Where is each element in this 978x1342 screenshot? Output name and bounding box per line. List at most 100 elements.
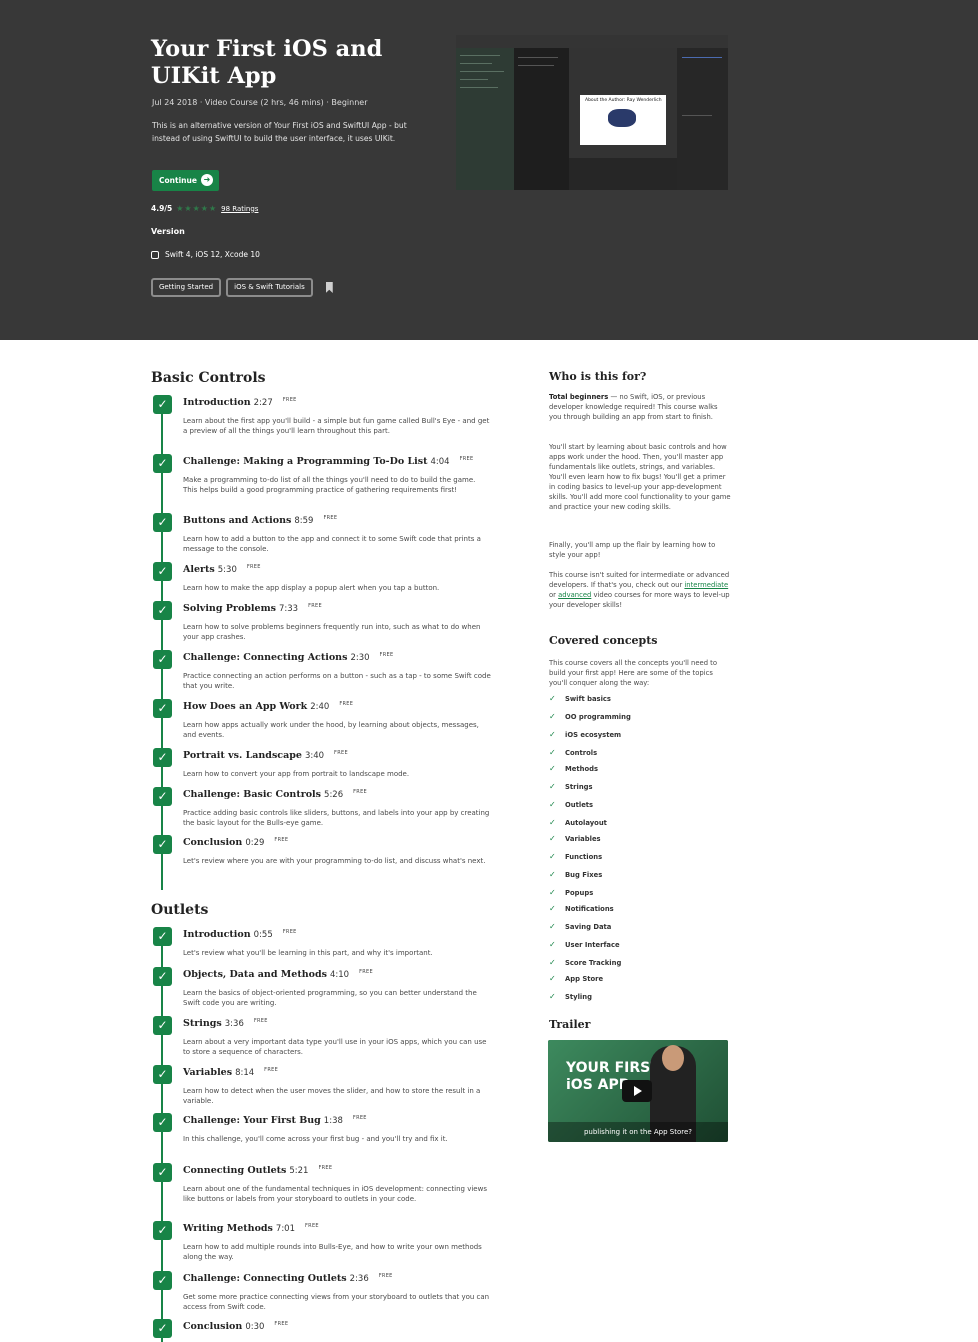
check-icon: ✓ [153,562,172,581]
lesson-title: Portrait vs. Landscape [183,750,302,761]
concepts-intro: This course covers all the concepts you'… [549,659,718,687]
concept-item: ✓ Autolayout [549,818,607,827]
concept-label: Controls [565,748,598,757]
who-is-this-for-title: Who is this for? [549,370,647,383]
concept-label: Score Tracking [565,958,622,967]
concept-label: Swift basics [565,694,611,703]
concept-label: User Interface [565,940,620,949]
check-icon: ✓ [153,927,172,946]
concept-item: ✓ Score Tracking [549,958,621,967]
check-icon: ✓ [549,940,556,949]
tag-list: Getting Started iOS & Swift Tutorials [151,278,333,297]
lesson-title: Objects, Data and Methods [183,969,327,980]
intermediate-link[interactable]: intermediate [684,581,728,589]
play-icon[interactable] [622,1080,652,1102]
free-badge: FREE [323,515,338,521]
course-title: Your First iOS and UIKit App [151,36,383,89]
check-icon: ✓ [549,712,556,721]
lesson-title: Writing Methods [183,1223,273,1234]
lesson-description: Learn how to convert your app from portr… [183,770,410,778]
check-icon: ✓ [549,958,556,967]
tag-ios-swift-tutorials[interactable]: iOS & Swift Tutorials [226,278,313,297]
course-screenshot: About the Author: Ray Wenderlich [456,35,728,190]
who-paragraph-2: You'll start by learning about basic con… [549,443,731,511]
lesson-title: Challenge: Making a Programming To-Do Li… [183,456,428,467]
concept-item: ✓ Outlets [549,800,593,809]
concept-label: Notifications [565,904,614,913]
trailer-video[interactable]: YOUR FIRST iOS APP publishing it on the … [548,1040,728,1142]
advanced-link[interactable]: advanced [558,591,591,599]
lesson-title: Alerts [183,564,215,575]
lesson-title: Conclusion [183,1321,243,1332]
star-rating-icon: ★★★★★ [176,204,218,213]
lesson-description: In this challenge, you'll come across yo… [183,1135,448,1143]
who-text-or: or [549,591,559,599]
free-badge: FREE [246,564,261,570]
check-icon: ✓ [153,748,172,767]
lesson-title: Challenge: Your First Bug [183,1115,321,1126]
lesson-title: Solving Problems [183,603,276,614]
course-hero: Your First iOS and UIKit App Jul 24 2018… [0,0,978,340]
lesson-title: Conclusion [183,837,243,848]
lesson-title: Challenge: Connecting Outlets [183,1273,347,1284]
lesson-duration: 2:30 [350,653,370,663]
lesson-duration: 7:33 [278,604,299,614]
lesson-description: Get some more practice connecting views … [183,1293,490,1311]
lesson-duration: 7:01 [275,1224,295,1234]
check-icon: ✓ [549,904,556,913]
lesson-description: Practice adding basic controls like slid… [183,809,490,827]
lesson-duration: 1:38 [323,1116,343,1126]
lesson-duration: 2:27 [253,398,273,408]
section-title-outlets: Outlets [151,902,209,918]
check-icon: ✓ [153,395,172,414]
ratings-link[interactable]: 98 Ratings [221,205,258,213]
concept-item: ✓ Strings [549,782,593,791]
lesson-description: Make a programming to-do list of all the… [183,476,476,494]
check-icon: ✓ [549,782,556,791]
trailer-title: Trailer [549,1018,591,1031]
concept-item: ✓ Bug Fixes [549,870,602,879]
lesson-description: Learn the basics of object-oriented prog… [183,989,477,1007]
lesson-description: Learn how to make the app display a popu… [183,584,440,592]
screenshot-caption: About the Author: Ray Wenderlich [585,98,662,103]
check-icon: ✓ [549,992,556,1001]
lesson-title: Variables [183,1067,233,1078]
progress-line [161,400,163,890]
concept-label: Saving Data [565,922,612,931]
free-badge: FREE [318,1165,333,1171]
lesson-duration: 5:21 [289,1166,309,1176]
section-title-basic-controls: Basic Controls [151,370,266,386]
rating: 4.9/5 ★★★★★ 98 Ratings [151,204,258,213]
lesson-title: Buttons and Actions [183,515,292,526]
tag-getting-started[interactable]: Getting Started [151,278,222,297]
check-icon: ✓ [153,967,172,986]
free-badge: FREE [459,456,474,462]
check-icon: ✓ [153,650,172,669]
continue-button[interactable]: Continue ➜ [152,170,219,191]
lesson-description: Learn how to solve problems beginners fr… [183,623,481,641]
lesson-description: Practice connecting an action performs o… [183,672,491,690]
bookmark-icon[interactable] [325,282,333,293]
concept-item: ✓ iOS ecosystem [549,730,621,739]
concept-item: ✓ Saving Data [549,922,611,931]
trailer-caption: publishing it on the App Store? [548,1122,728,1142]
lesson-duration: 8:59 [294,516,314,526]
check-icon: ✓ [549,974,556,983]
check-icon: ✓ [153,1319,172,1338]
free-badge: FREE [305,1223,319,1229]
lesson-title: How Does an App Work [183,701,308,712]
lesson-description: Learn how to add multiple rounds into Bu… [183,1243,482,1261]
concept-item: ✓ User Interface [549,940,620,949]
who-paragraph-3: Finally, you'll amp up the flair by lear… [549,541,716,559]
concept-label: Popups [565,888,594,897]
lesson-duration: 3:40 [304,751,325,761]
who-paragraph-4: This course isn't suited for intermediat… [549,570,731,610]
check-icon: ✓ [549,834,556,843]
check-icon: ✓ [549,730,556,739]
check-icon: ✓ [153,835,172,854]
concept-label: Bug Fixes [565,870,603,879]
concept-label: Strings [565,782,593,791]
lesson-duration: 4:04 [430,457,450,467]
lesson-description: Learn about one of the fundamental techn… [183,1185,487,1203]
lesson-duration: 5:30 [217,565,237,575]
